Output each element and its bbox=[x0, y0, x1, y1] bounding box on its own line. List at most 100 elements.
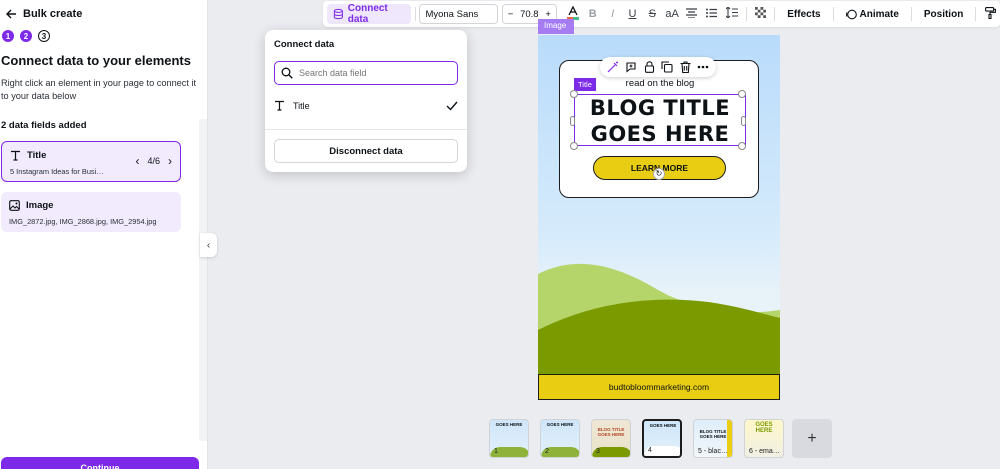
strikethrough-icon[interactable]: S bbox=[642, 8, 662, 20]
page-number: 6 - ema… bbox=[749, 448, 780, 455]
dropdown-title: Connect data bbox=[274, 39, 335, 50]
panel-header: Bulk create bbox=[0, 0, 208, 28]
step-3[interactable]: 3 bbox=[38, 30, 50, 42]
text-t-icon bbox=[11, 150, 20, 161]
increase-size-button[interactable]: + bbox=[545, 9, 551, 20]
thumbnail-text: GOES HERE bbox=[495, 422, 523, 427]
font-size-value[interactable]: 70.8 bbox=[520, 9, 539, 20]
continue-button[interactable]: Continue bbox=[1, 457, 199, 469]
thumbnail-text: GOES HERE bbox=[755, 422, 773, 434]
data-field-option-title[interactable]: Title bbox=[274, 100, 458, 111]
page-thumbnail-selected[interactable]: GOES HERE 4 bbox=[642, 419, 682, 458]
page-number: 2 bbox=[545, 448, 549, 455]
resize-handle[interactable] bbox=[570, 90, 578, 98]
thumbnail-text: BLOG TITLE GOES HERE bbox=[597, 427, 625, 437]
database-icon bbox=[333, 8, 343, 20]
resize-handle[interactable] bbox=[738, 90, 746, 98]
divider bbox=[910, 7, 912, 21]
transparency-icon[interactable] bbox=[750, 7, 770, 21]
website-footer[interactable]: budtobloommarketing.com bbox=[538, 374, 780, 400]
lock-icon[interactable] bbox=[642, 60, 656, 74]
search-icon bbox=[281, 67, 293, 79]
back-button[interactable] bbox=[1, 4, 21, 24]
element-floating-toolbar bbox=[600, 57, 716, 77]
connect-data-button[interactable]: Connect data bbox=[327, 3, 411, 25]
italic-icon[interactable]: I bbox=[603, 8, 623, 20]
list-icon[interactable] bbox=[702, 8, 722, 21]
page-thumbnail[interactable]: GOES HERE 1 bbox=[489, 419, 529, 458]
page-thumbnail[interactable]: GOES HERE 6 - ema… bbox=[744, 419, 784, 458]
add-page-button[interactable]: + bbox=[792, 419, 832, 458]
paint-roller-icon[interactable] bbox=[980, 6, 1000, 22]
field-name: Title bbox=[27, 150, 47, 161]
option-label: Title bbox=[293, 100, 310, 111]
image-icon bbox=[9, 200, 20, 211]
font-family-select[interactable]: Myona Sans bbox=[419, 4, 498, 24]
magic-edit-icon[interactable] bbox=[606, 60, 620, 74]
position-button[interactable]: Position bbox=[916, 9, 971, 20]
chevron-right-icon[interactable]: › bbox=[168, 154, 172, 168]
comment-add-icon[interactable] bbox=[624, 60, 638, 74]
bulk-create-panel: Bulk create 1 2 3 Connect data to your e… bbox=[0, 0, 208, 469]
page-number: 5 - blac… bbox=[698, 448, 728, 455]
data-field-image[interactable]: Image IMG_2872.jpg, IMG_2868.jpg, IMG_29… bbox=[1, 192, 181, 232]
spacing-icon[interactable] bbox=[722, 6, 742, 21]
divider bbox=[774, 7, 776, 21]
animate-icon bbox=[845, 9, 857, 19]
search-box[interactable] bbox=[274, 61, 458, 85]
step-1[interactable]: 1 bbox=[2, 30, 14, 42]
collapse-panel-button[interactable]: ‹ bbox=[200, 233, 217, 257]
text-t-icon bbox=[275, 100, 284, 111]
editor-toolbar: Connect data Myona Sans − 70.8 + B I U S… bbox=[323, 1, 1000, 27]
resize-handle[interactable] bbox=[741, 116, 746, 126]
underline-icon[interactable]: U bbox=[623, 8, 643, 20]
page-thumbnail[interactable]: BLOG TITLE GOES HERE 3 bbox=[591, 419, 631, 458]
divider bbox=[414, 7, 416, 21]
decrease-size-button[interactable]: − bbox=[508, 9, 514, 20]
disconnect-data-button[interactable]: Disconnect data bbox=[274, 139, 458, 163]
field-value: 5 Instagram Ideas for Busi… bbox=[10, 167, 104, 176]
field-name: Image bbox=[26, 200, 54, 211]
letter-case-button[interactable]: aA bbox=[662, 8, 682, 20]
image-element-tag: Image bbox=[538, 19, 574, 34]
thumbnail-text: GOES HERE bbox=[546, 422, 574, 427]
resize-handle[interactable] bbox=[570, 142, 578, 150]
step-indicator: 1 2 3 bbox=[2, 30, 50, 42]
thumbnail-text: GOES HERE bbox=[649, 423, 677, 428]
chevron-left-icon: ‹ bbox=[206, 239, 211, 251]
animate-button[interactable]: Animate bbox=[838, 9, 907, 20]
data-field-title[interactable]: Title 5 Instagram Ideas for Busi… ‹ 4/6 … bbox=[1, 141, 181, 182]
title-element-tag: Title bbox=[574, 78, 596, 91]
connect-data-label: Connect data bbox=[347, 3, 388, 25]
page-number: 4 bbox=[648, 447, 652, 454]
resize-handle[interactable] bbox=[738, 142, 746, 150]
delete-icon[interactable] bbox=[678, 60, 692, 74]
panel-scrollbar[interactable] bbox=[199, 119, 207, 441]
design-page[interactable]: budtobloommarketing.com read on the blog… bbox=[538, 35, 780, 400]
field-pager: ‹ 4/6 › bbox=[135, 154, 172, 168]
thumbnail-text: BLOG TITLE GOES HERE bbox=[699, 429, 727, 439]
effects-button[interactable]: Effects bbox=[779, 9, 828, 20]
bold-icon[interactable]: B bbox=[583, 8, 603, 20]
divider bbox=[975, 7, 977, 21]
align-center-icon[interactable] bbox=[682, 7, 702, 21]
rotate-icon[interactable]: ↻ bbox=[653, 168, 665, 180]
blog-title-text[interactable]: BLOG TITLE GOES HERE bbox=[574, 94, 746, 146]
fields-count: 2 data fields added bbox=[1, 120, 87, 131]
blog-title-line-1: BLOG TITLE bbox=[589, 96, 731, 120]
duplicate-icon[interactable] bbox=[660, 60, 674, 74]
search-data-field-input[interactable] bbox=[299, 68, 449, 78]
step-2[interactable]: 2 bbox=[20, 30, 32, 42]
content-card[interactable]: read on the blog BLOG TITLE GOES HERE Ti… bbox=[559, 60, 759, 198]
animate-label: Animate bbox=[859, 8, 899, 20]
page-thumbnail[interactable]: BLOG TITLE GOES HERE 5 - blac… bbox=[693, 419, 733, 458]
chevron-left-icon[interactable]: ‹ bbox=[135, 154, 139, 168]
page-thumbnail[interactable]: GOES HERE 2 bbox=[540, 419, 580, 458]
page-number: 3 bbox=[596, 448, 600, 455]
divider bbox=[832, 7, 834, 21]
more-options-icon[interactable] bbox=[696, 60, 710, 74]
resize-handle[interactable] bbox=[570, 116, 575, 126]
connect-data-dropdown: Connect data Title Disconnect data bbox=[265, 30, 467, 172]
panel-description: Right click an element in your page to c… bbox=[1, 78, 197, 101]
blog-title-line-2: GOES HERE bbox=[590, 122, 730, 146]
